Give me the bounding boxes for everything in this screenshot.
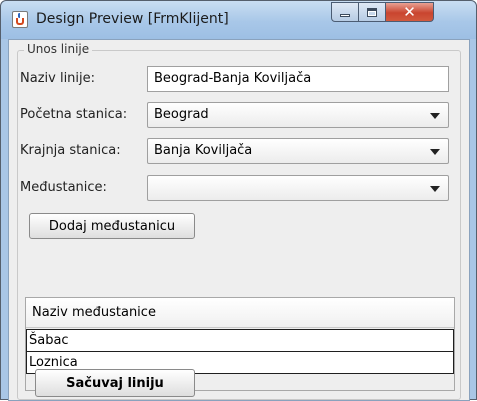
table-row[interactable]: Šabac — [26, 329, 454, 352]
start-station-value: Beograd — [154, 107, 209, 122]
end-station-value: Banja Koviljača — [154, 143, 253, 158]
minimize-button[interactable] — [331, 2, 359, 22]
route-name-label: Naziv linije: — [20, 71, 96, 86]
start-station-combo[interactable]: Beograd — [147, 102, 449, 128]
route-name-input[interactable]: Beograd-Banja Koviljača — [147, 66, 449, 92]
chevron-down-icon — [430, 186, 440, 192]
maximize-button[interactable] — [359, 2, 386, 22]
save-route-button[interactable]: Sačuvaj liniju — [35, 369, 195, 397]
window-title: Design Preview [FrmKlijent] — [36, 11, 229, 27]
java-cup-icon — [12, 11, 28, 28]
intermediate-stations-combo[interactable] — [147, 175, 449, 201]
add-intermediate-station-button[interactable]: Dodaj međustanicu — [29, 213, 195, 239]
maximize-icon — [367, 7, 377, 17]
end-station-combo[interactable]: Banja Koviljača — [147, 138, 449, 164]
intermediate-stations-label: Međustanice: — [20, 180, 107, 195]
close-icon: ✕ — [403, 2, 416, 21]
chevron-down-icon — [430, 149, 440, 155]
start-station-label: Početna stanica: — [20, 107, 128, 122]
title-bar[interactable]: Design Preview [FrmKlijent] ✕ — [1, 1, 476, 39]
client-area: Unos linije Naziv linije: Beograd-Banja … — [8, 39, 470, 401]
route-entry-group: Unos linije Naziv linije: Beograd-Banja … — [17, 42, 461, 400]
close-button[interactable]: ✕ — [386, 2, 434, 22]
chevron-down-icon — [430, 113, 440, 119]
end-station-label: Krajnja stanica: — [20, 143, 121, 158]
table-column-header[interactable]: Naziv međustanice — [26, 298, 454, 328]
minimize-icon — [340, 13, 350, 17]
app-window: Design Preview [FrmKlijent] ✕ Unos linij… — [0, 0, 477, 401]
group-title: Unos linije — [24, 42, 93, 56]
